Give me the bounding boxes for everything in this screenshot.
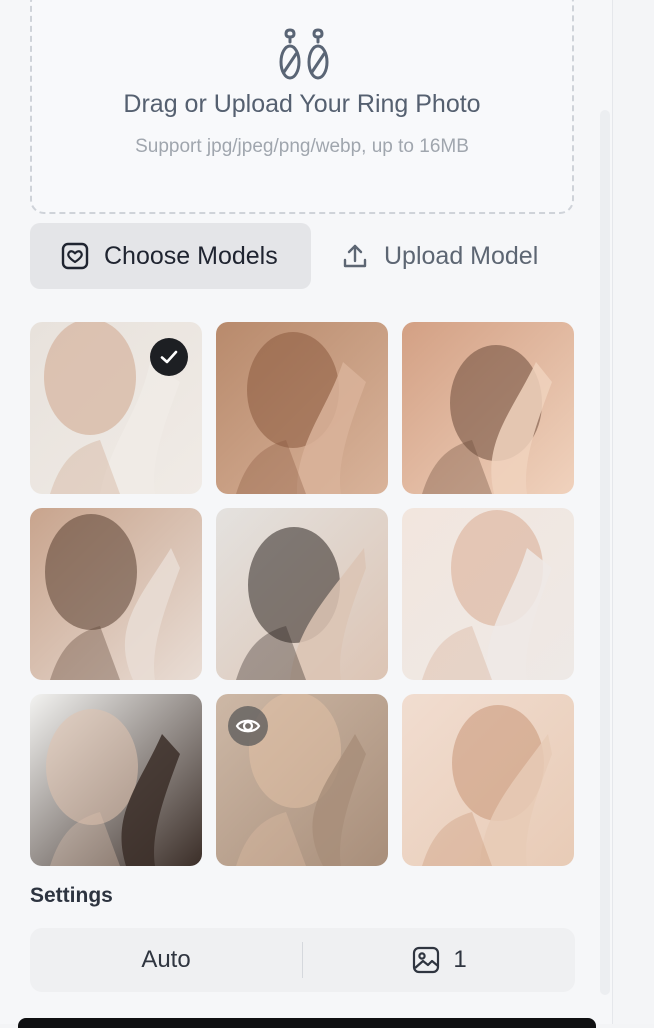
panel-scrollbar[interactable] xyxy=(600,110,610,995)
generation-mode-value: Auto xyxy=(141,946,191,973)
model-photo-image xyxy=(216,508,388,680)
model-grid xyxy=(30,322,575,867)
model-photo-image xyxy=(402,508,574,680)
tab-upload-model-label: Upload Model xyxy=(384,241,539,270)
ring-photo-dropzone[interactable]: Drag or Upload Your Ring Photo Support j… xyxy=(30,0,574,214)
model-photo-image xyxy=(402,322,574,494)
upload-icon xyxy=(343,244,367,268)
earrings-icon xyxy=(279,28,329,80)
preview-eye-icon[interactable] xyxy=(228,706,268,746)
model-photo-image xyxy=(30,694,202,866)
tab-choose-models-label: Choose Models xyxy=(104,241,278,270)
left-panel: Drag or Upload Your Ring Photo Support j… xyxy=(0,0,613,1028)
model-photo-image xyxy=(216,322,388,494)
model-photo-3[interactable] xyxy=(402,322,574,494)
selected-check-icon xyxy=(150,338,188,376)
model-photo-6[interactable] xyxy=(402,508,574,680)
model-photo-5[interactable] xyxy=(216,508,388,680)
settings-heading: Settings xyxy=(30,884,113,907)
settings-bar: Auto 1 xyxy=(30,928,575,992)
tab-choose-models[interactable]: Choose Models xyxy=(30,223,311,289)
model-photo-2[interactable] xyxy=(216,322,388,494)
model-photo-4[interactable] xyxy=(30,508,202,680)
generate-button[interactable] xyxy=(18,1018,596,1028)
model-photo-9[interactable] xyxy=(402,694,574,866)
model-frame-icon xyxy=(61,242,89,270)
generation-mode-select[interactable]: Auto xyxy=(30,928,302,992)
image-count-select[interactable]: 1 xyxy=(303,928,575,992)
model-photo-image xyxy=(402,694,574,866)
tab-upload-model[interactable]: Upload Model xyxy=(340,223,580,289)
image-count-value: 1 xyxy=(453,946,467,973)
model-photo-1[interactable] xyxy=(30,322,202,494)
upload-title: Drag or Upload Your Ring Photo xyxy=(123,90,481,118)
upload-subtitle: Support jpg/jpeg/png/webp, up to 16MB xyxy=(135,136,469,157)
preview-area xyxy=(613,0,654,1024)
model-photo-7[interactable] xyxy=(30,694,202,866)
model-photo-image xyxy=(30,508,202,680)
image-icon xyxy=(413,946,440,974)
model-photo-8[interactable] xyxy=(216,694,388,866)
